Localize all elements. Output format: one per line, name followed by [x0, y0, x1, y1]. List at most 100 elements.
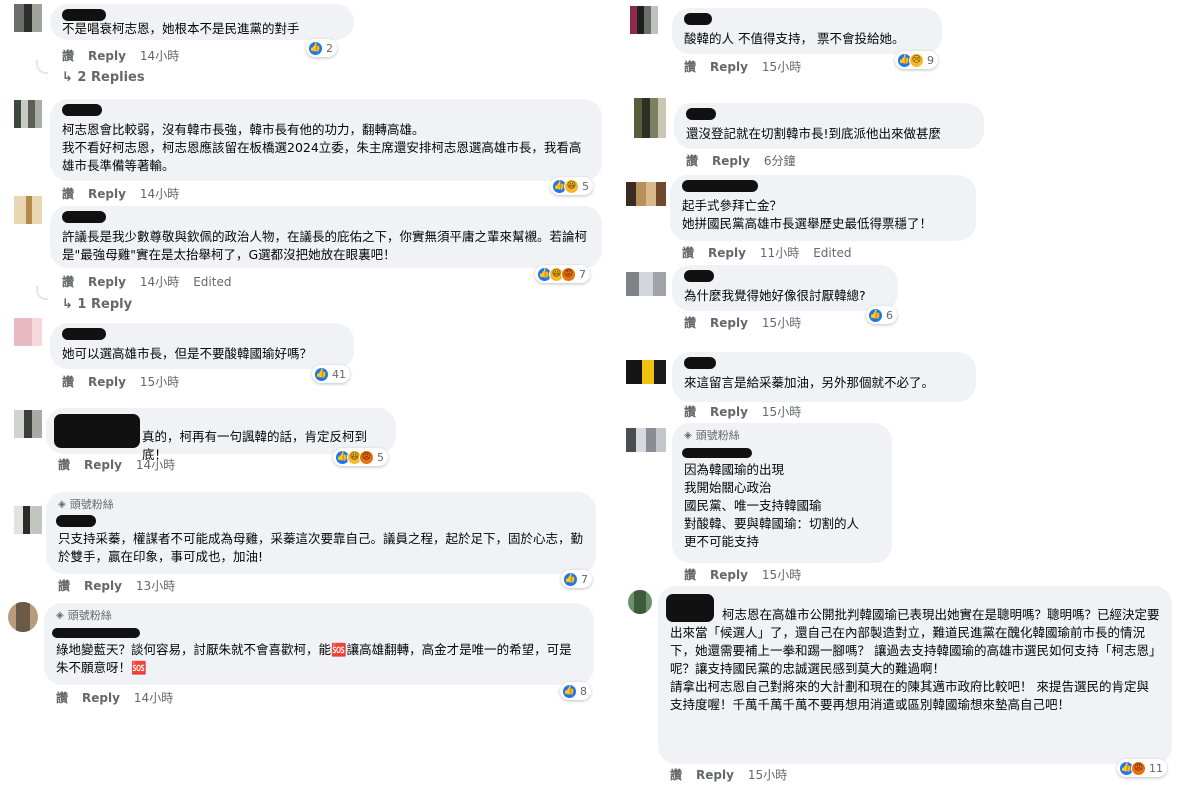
comment-bubble: 柯志恩在高雄市公開批判韓國瑜已表現出她實在是聰明嗎？聰明嗎？已經決定要出來當「候… [658, 586, 1172, 764]
comment-timestamp[interactable]: 15小時 [762, 315, 801, 331]
redacted-username [666, 594, 714, 622]
reaction-count: 5 [377, 450, 384, 464]
like-button[interactable]: 讚 [670, 767, 682, 783]
comment-text: 柯志恩會比較弱，沒有韓市長強，韓市長有他的功力，翻轉高雄。 我不看好柯志恩，柯志… [62, 122, 582, 173]
comment-timestamp[interactable]: 14小時 [140, 48, 179, 64]
avatar[interactable] [630, 6, 658, 34]
reaction-summary[interactable]: 👍 😡 11 [1117, 759, 1167, 777]
like-button[interactable]: 讚 [58, 457, 70, 473]
avatar[interactable] [8, 602, 38, 632]
haha-reaction-icon: 😆 [564, 178, 579, 194]
comment-bubble: ◈ 頭號粉絲 綠地變藍天？談何容易，討厭朱就不會喜歡柯，能🆘讓高雄翻轉，高金才是唯… [44, 603, 594, 685]
view-replies-link[interactable]: ↳ 1 Reply [62, 297, 132, 312]
reply-button[interactable]: Reply [708, 245, 746, 261]
like-button[interactable]: 讚 [686, 153, 698, 169]
avatar[interactable] [626, 428, 666, 452]
reply-button[interactable]: Reply [82, 690, 120, 706]
comment-timestamp[interactable]: 14小時 [136, 457, 175, 473]
reply-button[interactable]: Reply [710, 315, 748, 331]
reply-button[interactable]: Reply [88, 374, 126, 390]
comment-bubble: 為什麼我覺得她好像很討厭韓總? [672, 265, 898, 311]
comment-text: 酸韓的人 不值得支持， 票不會投給她。 [684, 31, 905, 46]
avatar[interactable] [626, 182, 666, 206]
avatar[interactable] [14, 196, 42, 224]
view-replies-link[interactable]: ↳ 2 Replies [62, 70, 145, 85]
reaction-summary[interactable]: 👍 7 [561, 570, 592, 588]
reply-button[interactable]: Reply [710, 567, 748, 583]
comment-timestamp[interactable]: 13小時 [136, 578, 175, 594]
comment-actions: 讚 Reply 15小時 [62, 374, 179, 390]
comment-bubble: 柯志恩會比較弱，沒有韓市長強，韓市長有他的功力，翻轉高雄。 我不看好柯志恩，柯志… [50, 99, 602, 181]
comment-timestamp[interactable]: 14小時 [134, 690, 173, 706]
reply-button[interactable]: Reply [88, 274, 126, 290]
avatar[interactable] [626, 360, 666, 384]
redacted-username [682, 180, 758, 192]
comment-timestamp[interactable]: 15小時 [762, 567, 801, 583]
reply-button[interactable]: Reply [710, 404, 748, 420]
like-button[interactable]: 讚 [684, 315, 696, 331]
reaction-count: 8 [580, 684, 587, 698]
reaction-summary[interactable]: 👍 8 [560, 682, 591, 700]
comment-timestamp[interactable]: 15小時 [748, 767, 787, 783]
comment-text: 還沒登記就在切割韓市長!到底派他出來做甚麼 [686, 126, 942, 141]
reply-button[interactable]: Reply [710, 59, 748, 75]
comment-text: 她可以選高雄市長，但是不要酸韓國瑜好嗎？ [62, 346, 313, 361]
like-button[interactable]: 讚 [684, 59, 696, 75]
like-button[interactable]: 讚 [62, 48, 74, 64]
redacted-username [62, 211, 106, 223]
reaction-count: 2 [326, 41, 333, 55]
reaction-count: 6 [886, 308, 893, 322]
diamond-icon: ◈ [58, 499, 66, 510]
like-button[interactable]: 讚 [684, 404, 696, 420]
thread-connector [36, 60, 48, 74]
avatar[interactable] [14, 410, 42, 438]
avatar[interactable] [14, 4, 42, 32]
reaction-summary[interactable]: 👍 2 [306, 39, 337, 57]
comment-timestamp[interactable]: 11小時 [760, 245, 799, 261]
like-button[interactable]: 讚 [62, 274, 74, 290]
reaction-summary[interactable]: 👍 41 [312, 365, 350, 383]
like-button[interactable]: 讚 [62, 186, 74, 202]
redacted-username [684, 357, 716, 369]
redacted-username [682, 448, 752, 458]
comment-timestamp[interactable]: 15小時 [140, 374, 179, 390]
comment-text: 只支持采蓁，權謀者不可能成為母雞，采蓁這次要靠自己。議員之程，起於足下，固於心志… [58, 531, 584, 564]
reaction-summary[interactable]: 👍 😆 5 [550, 177, 593, 195]
comment-timestamp[interactable]: 15小時 [762, 404, 801, 420]
like-button[interactable]: 讚 [684, 567, 696, 583]
reaction-summary[interactable]: 👍 6 [866, 306, 897, 324]
comment-timestamp[interactable]: 6分鐘 [764, 153, 796, 169]
avatar[interactable] [628, 590, 652, 614]
avatar[interactable] [14, 100, 42, 128]
comment-timestamp[interactable]: 14小時 [140, 186, 179, 202]
reaction-count: 7 [579, 267, 586, 281]
reply-button[interactable]: Reply [712, 153, 750, 169]
reaction-summary[interactable]: 👍 😆 😡 5 [333, 448, 388, 466]
top-fan-badge: ◈ 頭號粉絲 [58, 498, 114, 511]
comment-text: 綠地變藍天？談何容易，討厭朱就不會喜歡柯，能🆘讓高雄翻轉，高金才是唯一的希望，可… [56, 642, 572, 675]
like-button[interactable]: 讚 [58, 578, 70, 594]
comment-timestamp[interactable]: 14小時 [140, 274, 179, 290]
avatar[interactable] [634, 98, 666, 138]
reply-button[interactable]: Reply [696, 767, 734, 783]
comment-text: 因為韓國瑜的出現 我開始關心政治 國民黨、唯一支持韓國瑜 對酸韓、要與韓國瑜：切… [684, 462, 860, 549]
like-button[interactable]: 讚 [62, 374, 74, 390]
like-button[interactable]: 讚 [682, 245, 694, 261]
reply-button[interactable]: Reply [84, 457, 122, 473]
redacted-username [62, 328, 106, 340]
avatar[interactable] [626, 272, 666, 296]
reaction-summary[interactable]: 👍 😆 😡 7 [535, 265, 590, 283]
comment-actions: 讚 Reply 15小時 [670, 767, 787, 783]
avatar[interactable] [14, 506, 42, 534]
redacted-username [684, 13, 712, 25]
avatar[interactable] [14, 318, 42, 346]
reaction-summary[interactable]: 👍 😢 9 [895, 51, 938, 69]
reply-button[interactable]: Reply [88, 48, 126, 64]
like-button[interactable]: 讚 [56, 690, 68, 706]
like-reaction-icon: 👍 [868, 307, 883, 323]
comment-timestamp[interactable]: 15小時 [762, 59, 801, 75]
reply-button[interactable]: Reply [84, 578, 122, 594]
redacted-username [52, 628, 140, 638]
redacted-username [62, 104, 102, 116]
reply-button[interactable]: Reply [88, 186, 126, 202]
